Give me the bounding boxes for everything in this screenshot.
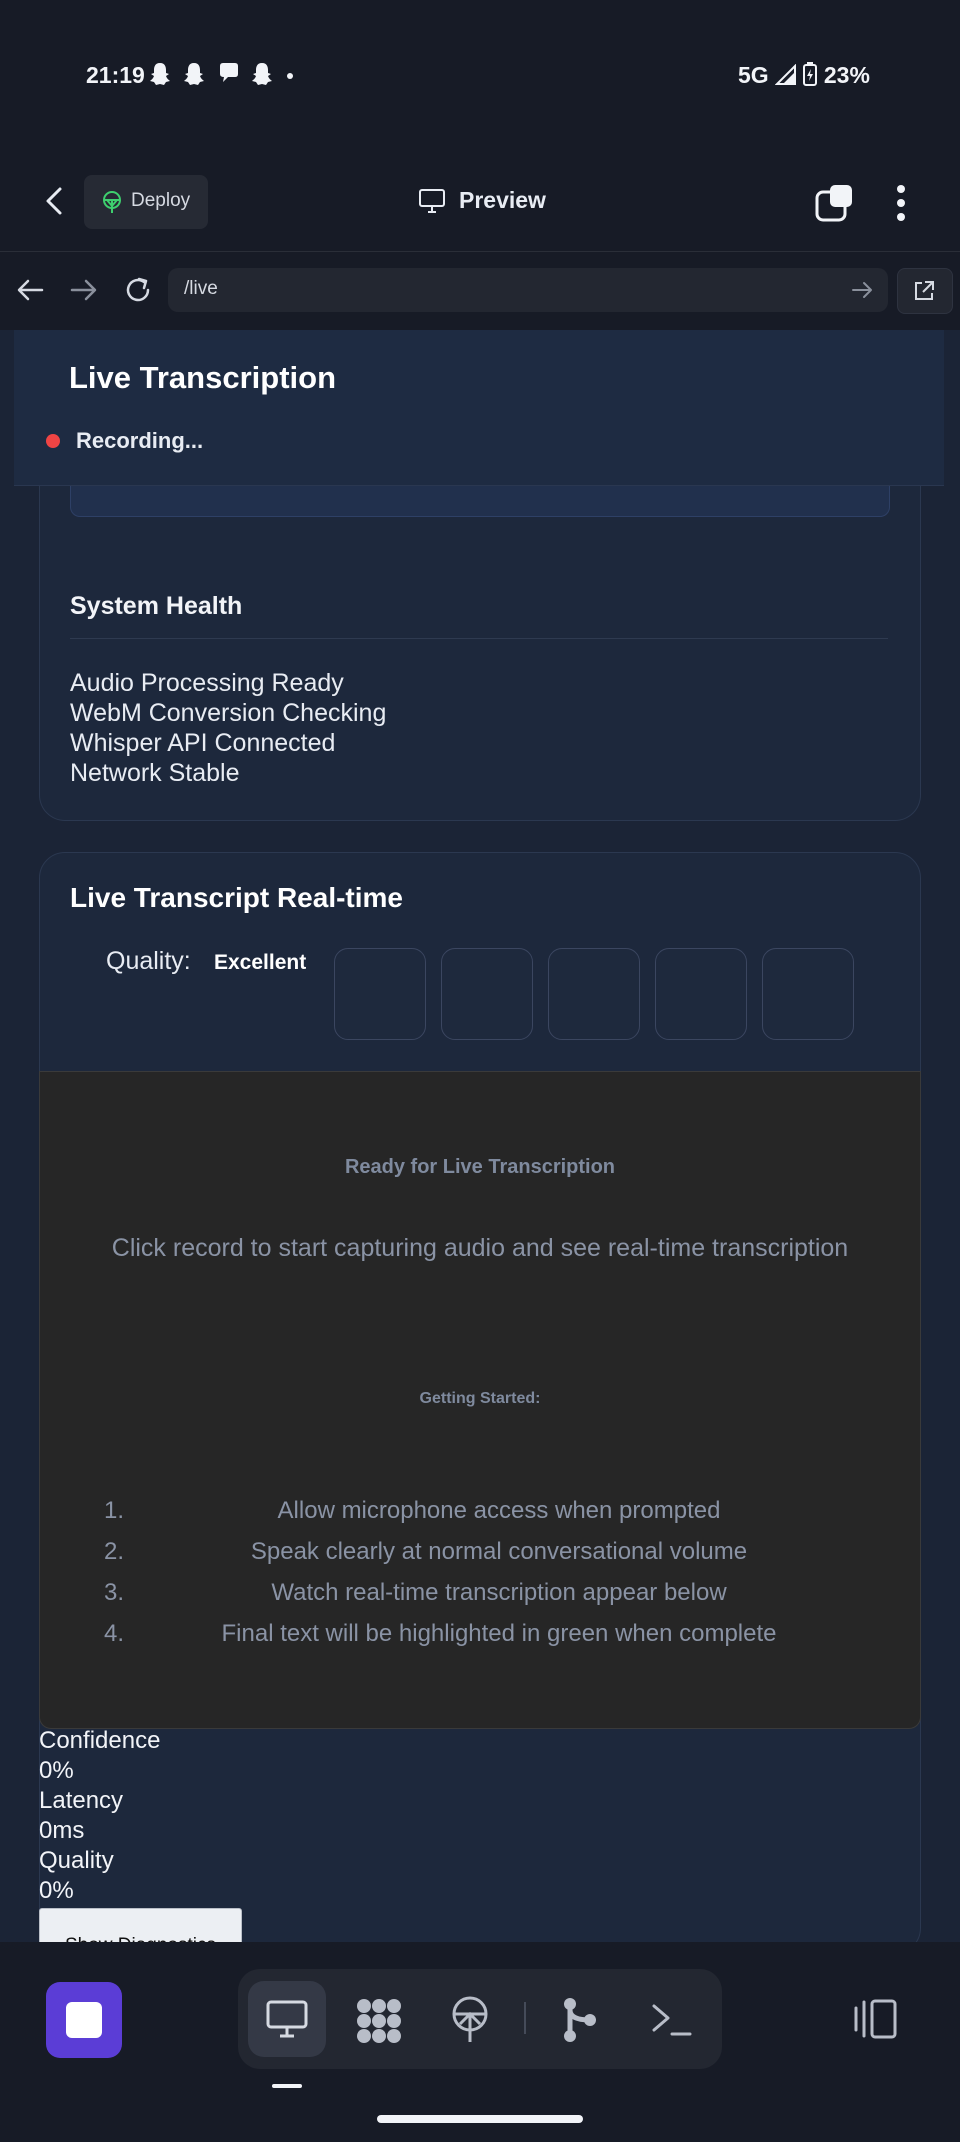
nav-forward-button[interactable]: [68, 276, 100, 304]
reload-button[interactable]: [122, 274, 154, 306]
health-item: Audio Processing Ready: [70, 669, 344, 697]
url-input[interactable]: [168, 268, 888, 312]
back-button[interactable]: [38, 183, 74, 219]
arrow-right-icon: [852, 282, 872, 298]
deploy-icon: [452, 1996, 488, 2042]
page-header: [14, 330, 944, 486]
snapchat-icon: [150, 63, 170, 85]
more-menu-button[interactable]: [895, 183, 907, 223]
battery-label: 23%: [823, 62, 870, 88]
kebab-icon: [897, 185, 905, 221]
ready-title: Ready for Live Transcription: [344, 1156, 616, 1178]
recording-label: Recording...: [76, 428, 204, 453]
health-item: WebM Conversion Checking: [70, 699, 387, 727]
tabs-icon: [815, 185, 852, 222]
status-right: 5G 23%: [738, 62, 870, 89]
step-number: 1.: [104, 1497, 125, 1524]
url-path: /live: [184, 278, 218, 299]
step-number: 2.: [104, 1538, 125, 1565]
page-title: Live Transcription: [69, 360, 337, 395]
tabs-button[interactable]: [814, 183, 854, 223]
header-divider: [0, 251, 960, 252]
status-time: 21:19: [86, 62, 145, 88]
git-icon: [564, 1998, 596, 2042]
toggle-panel-button[interactable]: [852, 1998, 898, 2040]
quality-meter-box: [548, 948, 640, 1040]
confidence-label: Confidence: [39, 1727, 161, 1754]
chat-icon: [220, 63, 238, 82]
dot-icon: [287, 73, 293, 79]
step-number: 3.: [104, 1579, 125, 1606]
stop-icon: [66, 2002, 102, 2038]
arrow-left-icon: [17, 279, 44, 301]
battery-icon: [803, 62, 818, 86]
card-bottom-strip: [70, 486, 890, 517]
metrics-list: Confidence 0% Latency 0ms Quality 0%: [39, 1726, 160, 1906]
preview-title: Preview: [459, 187, 546, 213]
deploy-icon: [100, 190, 124, 214]
step-text: Speak clearly at normal conversational v…: [250, 1538, 748, 1565]
ready-description: Click record to start capturing audio an…: [111, 1234, 849, 1262]
deploy-label: Deploy: [131, 190, 191, 211]
snapchat-icon: [184, 63, 204, 85]
quality-metric-value: 0%: [39, 1877, 74, 1904]
view-deploy-button[interactable]: [450, 1996, 490, 2044]
view-console-button[interactable]: [650, 2002, 692, 2038]
home-indicator[interactable]: [377, 2115, 583, 2123]
reload-icon: [126, 277, 150, 302]
step-text: Final text will be highlighted in green …: [221, 1620, 777, 1647]
divider: [70, 638, 888, 639]
quality-value: Excellent: [214, 951, 307, 974]
signal-icon: [775, 64, 797, 85]
external-link-icon: [915, 281, 934, 300]
recording-indicator: [46, 434, 60, 448]
arrow-right-icon: [70, 279, 97, 301]
latency-label: Latency: [39, 1787, 124, 1814]
view-preview-button[interactable]: [248, 1981, 326, 2057]
view-agents-button[interactable]: [354, 1998, 404, 2044]
monitor-icon: [418, 188, 446, 214]
agents-icon: [357, 1999, 401, 2043]
quality-meter-box: [655, 948, 747, 1040]
quality-meter-box: [762, 948, 854, 1040]
health-list: Audio Processing Ready WebM Conversion C…: [70, 668, 386, 788]
quality-meter-box: [334, 948, 426, 1040]
open-external-button[interactable]: [897, 268, 953, 314]
confidence-value: 0%: [39, 1757, 74, 1784]
snapchat-icon: [252, 63, 272, 85]
terminal-icon: [652, 2004, 692, 2036]
dock-divider: [524, 2002, 526, 2034]
active-view-indicator: [272, 2084, 302, 2088]
sidebar-toggle-icon: [854, 1999, 897, 2039]
health-item: Network Stable: [70, 759, 240, 787]
system-health-title: System Health: [70, 592, 243, 620]
notification-icons: [150, 60, 300, 90]
health-item: Whisper API Connected: [70, 729, 336, 757]
step-text: Watch real-time transcription appear bel…: [271, 1579, 727, 1606]
nav-back-button[interactable]: [14, 276, 46, 304]
quality-meter-box: [441, 948, 533, 1040]
quality-metric-label: Quality: [39, 1847, 114, 1874]
step-number: 4.: [104, 1620, 125, 1647]
getting-started-title: Getting Started:: [419, 1390, 541, 1407]
quality-label: Quality:: [106, 947, 191, 975]
view-git-button[interactable]: [560, 1996, 600, 2044]
latency-value: 0ms: [39, 1817, 85, 1844]
network-label: 5G: [738, 62, 769, 88]
chevron-left-icon: [46, 187, 62, 215]
monitor-icon: [266, 2000, 308, 2038]
live-transcript-title: Live Transcript Real-time: [70, 882, 404, 913]
go-button[interactable]: [850, 278, 876, 302]
step-text: Allow microphone access when prompted: [277, 1497, 721, 1524]
